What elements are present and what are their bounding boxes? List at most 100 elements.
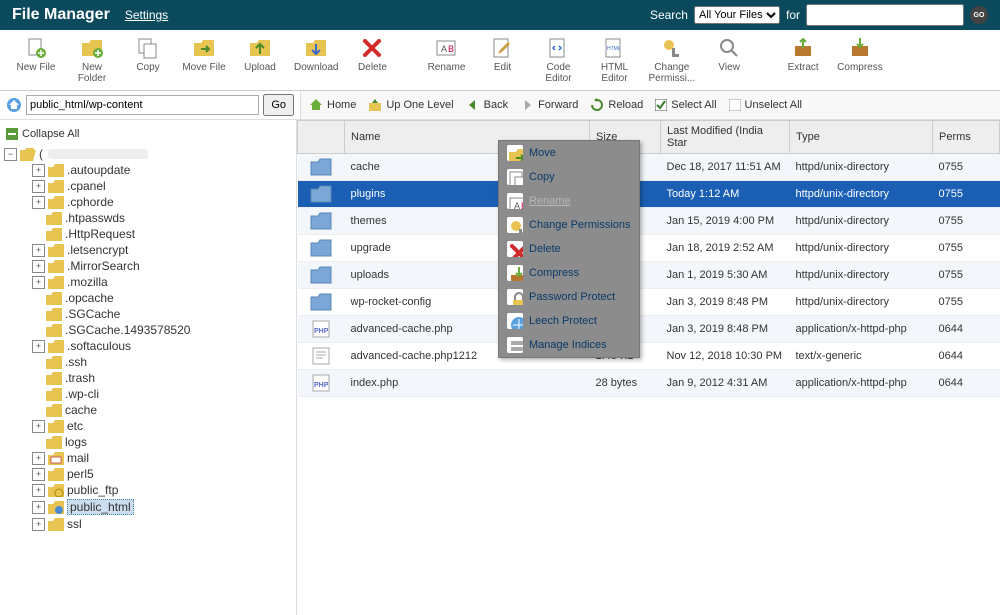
toolbar-html-editor[interactable]: HTMLHTML Editor bbox=[586, 34, 642, 86]
collapse-all-button[interactable]: Collapse All bbox=[4, 126, 292, 142]
table-row[interactable]: cache4 KBDec 18, 2017 11:51 AMhttpd/unix… bbox=[298, 154, 1000, 181]
tree-node[interactable]: +ssl bbox=[32, 516, 292, 532]
col-last-modified[interactable]: Last Modified (India Star bbox=[661, 121, 790, 154]
toolbar-edit[interactable]: Edit bbox=[474, 34, 530, 86]
toolbar-rename[interactable]: ABRename bbox=[418, 34, 474, 86]
tree-node[interactable]: +.autoupdate bbox=[32, 162, 292, 178]
cell-size: 28 bytes bbox=[590, 370, 661, 397]
nav-reload[interactable]: Reload bbox=[590, 98, 643, 112]
toolbar-code-editor[interactable]: Code Editor bbox=[530, 34, 586, 86]
toolbar-label: Change Permissi... bbox=[648, 62, 695, 84]
tree-node[interactable]: +mail bbox=[32, 450, 292, 466]
table-row[interactable]: upgrade4 KBJan 18, 2019 2:52 AMhttpd/uni… bbox=[298, 235, 1000, 262]
tree-root[interactable]: − ( bbox=[4, 146, 292, 162]
search-input[interactable] bbox=[806, 4, 964, 26]
tree-node[interactable]: +public_html bbox=[32, 498, 292, 516]
tree-node[interactable]: .opcache bbox=[32, 290, 292, 306]
col-icon[interactable] bbox=[298, 121, 345, 154]
toolbar-new-file[interactable]: New File bbox=[8, 34, 64, 86]
context-menu: MoveCopyABRenameChange PermissionsDelete… bbox=[498, 140, 640, 358]
path-go-button[interactable]: Go bbox=[263, 94, 294, 116]
table-row[interactable]: PHPadvanced-cache.php0 bytesJan 3, 2019 … bbox=[298, 316, 1000, 343]
context-copy[interactable]: Copy bbox=[499, 165, 639, 189]
context-label: Password Protect bbox=[529, 291, 615, 303]
toolbar-change-permissions[interactable]: Change Permissi... bbox=[642, 34, 701, 86]
expand-toggle[interactable]: + bbox=[32, 196, 45, 209]
context-leech-protect[interactable]: Leech Protect bbox=[499, 309, 639, 333]
tree-node[interactable]: + .cpanel bbox=[32, 178, 292, 194]
nav-back[interactable]: Back bbox=[466, 98, 508, 112]
tree-node-label: public_ftp bbox=[67, 483, 118, 497]
tree-node[interactable]: .ssh bbox=[32, 354, 292, 370]
tree-node[interactable]: +.letsencrypt bbox=[32, 242, 292, 258]
search-go-button[interactable]: GO bbox=[970, 6, 988, 24]
expand-toggle[interactable]: − bbox=[4, 148, 17, 161]
tree-node[interactable]: +.softaculous bbox=[32, 338, 292, 354]
tree-node-label: perl5 bbox=[67, 467, 94, 481]
toolbar-extract[interactable]: Extract bbox=[775, 34, 831, 86]
tree-node[interactable]: .trash bbox=[32, 370, 292, 386]
expand-toggle[interactable]: + bbox=[32, 244, 45, 257]
expand-toggle[interactable]: + bbox=[32, 420, 45, 433]
toolbar-compress[interactable]: Compress bbox=[831, 34, 889, 86]
toolbar-download[interactable]: Download bbox=[288, 34, 344, 86]
expand-toggle[interactable]: + bbox=[32, 276, 45, 289]
move-icon bbox=[192, 36, 216, 60]
expand-toggle[interactable]: + bbox=[32, 468, 45, 481]
expand-toggle[interactable]: + bbox=[32, 484, 45, 497]
table-row[interactable]: advanced-cache.php12121.46 KBNov 12, 201… bbox=[298, 343, 1000, 370]
nav-home[interactable]: Home bbox=[309, 98, 356, 112]
toolbar-delete[interactable]: Delete bbox=[344, 34, 400, 86]
toolbar-view[interactable]: View bbox=[701, 34, 757, 86]
context-password-protect[interactable]: Password Protect bbox=[499, 285, 639, 309]
tree-node[interactable]: + public_ftp bbox=[32, 482, 292, 498]
expand-toggle[interactable]: + bbox=[32, 518, 45, 531]
tree-node[interactable]: .htpasswds bbox=[32, 210, 292, 226]
context-manage-indices[interactable]: Manage Indices bbox=[499, 333, 639, 357]
settings-link[interactable]: Settings bbox=[125, 8, 168, 22]
nav-up[interactable]: Up One Level bbox=[368, 98, 453, 112]
tree-node[interactable]: +etc bbox=[32, 418, 292, 434]
context-move[interactable]: Move bbox=[499, 141, 639, 165]
tree-node[interactable]: +.cphorde bbox=[32, 194, 292, 210]
tree-node[interactable]: .wp-cli bbox=[32, 386, 292, 402]
expand-toggle[interactable]: + bbox=[32, 452, 45, 465]
col-perms[interactable]: Perms bbox=[933, 121, 1000, 154]
search-scope-select[interactable]: All Your Files bbox=[694, 6, 780, 24]
context-change-permissions[interactable]: Change Permissions bbox=[499, 213, 639, 237]
tree-node[interactable]: .HttpRequest bbox=[32, 226, 292, 242]
expand-toggle[interactable]: + bbox=[32, 164, 45, 177]
context-label: Move bbox=[529, 147, 556, 159]
toolbar-copy[interactable]: Copy bbox=[120, 34, 176, 86]
expand-toggle[interactable]: + bbox=[32, 501, 45, 514]
table-row[interactable]: wp-rocket-config4 KBJan 3, 2019 8:48 PMh… bbox=[298, 289, 1000, 316]
nav-select-all[interactable]: Select All bbox=[655, 99, 716, 111]
tree-node[interactable]: +.mozilla bbox=[32, 274, 292, 290]
nav-unselect-all[interactable]: Unselect All bbox=[729, 99, 802, 111]
toolbar-new-folder[interactable]: New Folder bbox=[64, 34, 120, 86]
tree-node[interactable]: cache bbox=[32, 402, 292, 418]
tree-node[interactable]: .SGCache bbox=[32, 306, 292, 322]
table-row[interactable]: uploads4 KBJan 1, 2019 5:30 AMhttpd/unix… bbox=[298, 262, 1000, 289]
nav-forward[interactable]: Forward bbox=[520, 98, 578, 112]
svg-text:B: B bbox=[448, 44, 454, 54]
tree-node[interactable]: +.MirrorSearch bbox=[32, 258, 292, 274]
tree-node[interactable]: logs bbox=[32, 434, 292, 450]
tree-node[interactable]: .SGCache.1493578520 bbox=[32, 322, 292, 338]
table-row[interactable]: plugins4 KBToday 1:12 AMhttpd/unix-direc… bbox=[298, 181, 1000, 208]
expand-toggle bbox=[32, 389, 43, 400]
tree-node[interactable]: + perl5 bbox=[32, 466, 292, 482]
expand-toggle[interactable]: + bbox=[32, 180, 45, 193]
path-input[interactable] bbox=[26, 95, 259, 115]
toolbar-move-file[interactable]: Move File bbox=[176, 34, 232, 86]
table-row[interactable]: themes4 KBJan 15, 2019 4:00 PMhttpd/unix… bbox=[298, 208, 1000, 235]
code-icon bbox=[546, 36, 570, 60]
tree-node-label: .cpanel bbox=[67, 179, 106, 193]
expand-toggle[interactable]: + bbox=[32, 340, 45, 353]
expand-toggle[interactable]: + bbox=[32, 260, 45, 273]
toolbar-upload[interactable]: Upload bbox=[232, 34, 288, 86]
context-delete[interactable]: Delete bbox=[499, 237, 639, 261]
table-row[interactable]: PHPindex.php28 bytesJan 9, 2012 4:31 AMa… bbox=[298, 370, 1000, 397]
col-type[interactable]: Type bbox=[790, 121, 933, 154]
context-compress[interactable]: Compress bbox=[499, 261, 639, 285]
